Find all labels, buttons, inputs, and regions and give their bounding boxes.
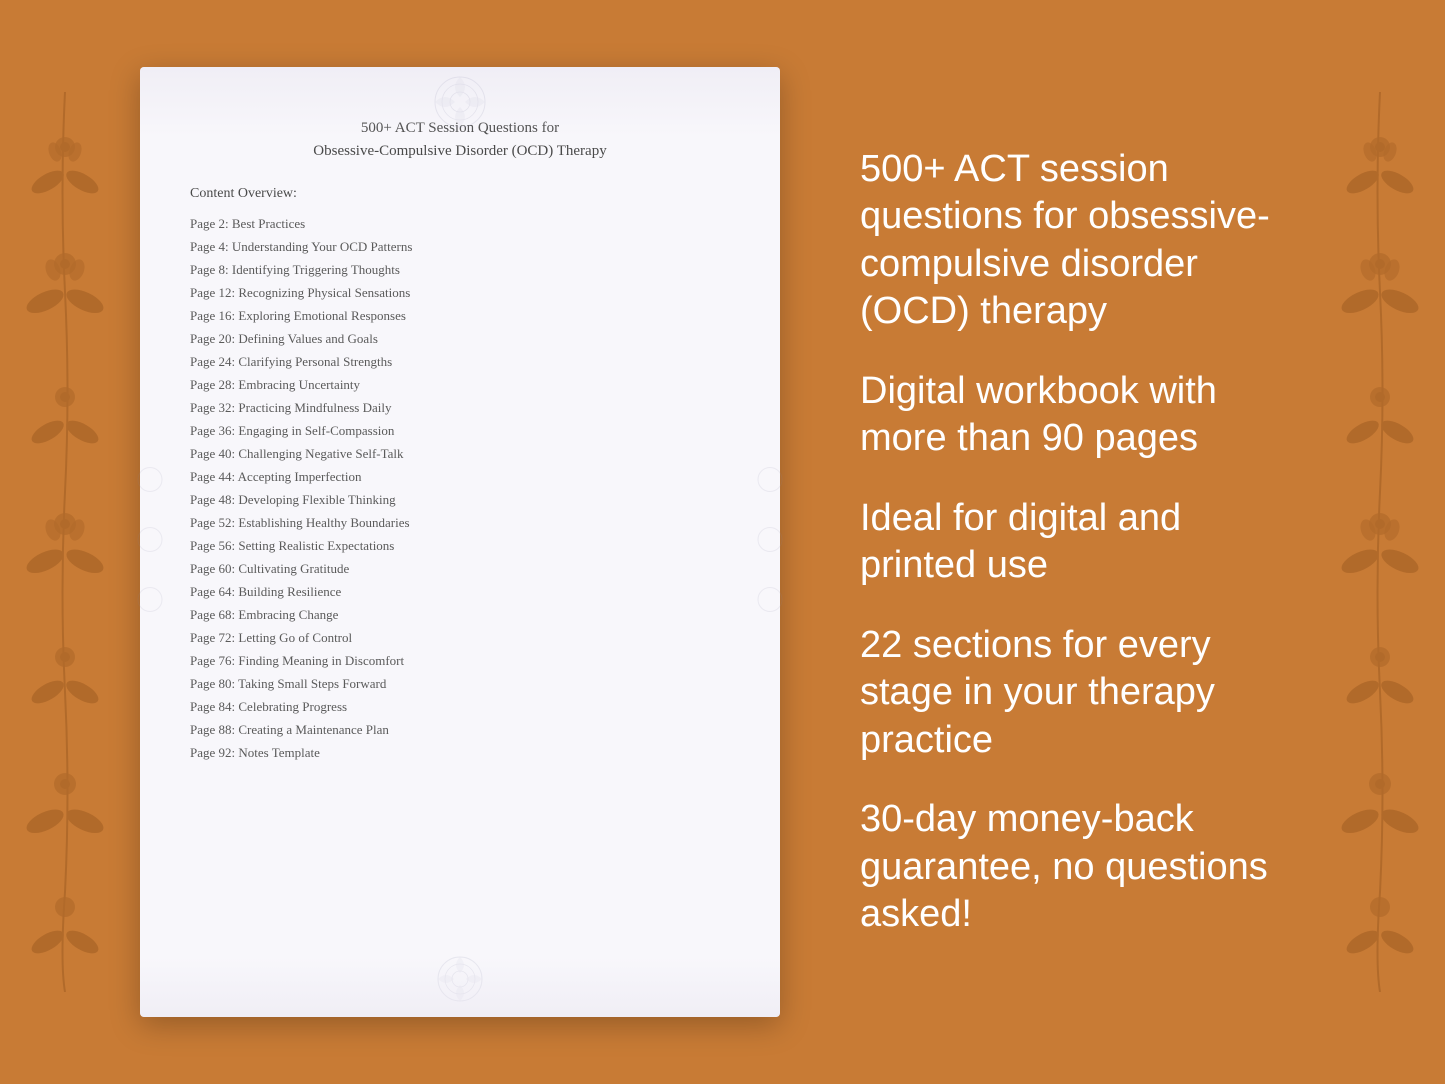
toc-entry: Page 40: Challenging Negative Self-Talk xyxy=(190,442,730,465)
info-text-3: Ideal for digital and printed use xyxy=(860,495,1305,590)
toc-entry: Page 12: Recognizing Physical Sensations xyxy=(190,281,730,304)
info-text-2: Digital workbook with more than 90 pages xyxy=(860,368,1305,463)
info-block-5: 30-day money-back guarantee, no question… xyxy=(860,796,1305,939)
info-block-1: 500+ ACT session questions for obsessive… xyxy=(860,146,1305,336)
floral-decoration-right xyxy=(1315,0,1445,1084)
toc-entry: Page 72: Letting Go of Control xyxy=(190,626,730,649)
info-block-4: 22 sections for every stage in your ther… xyxy=(860,622,1305,765)
info-text-4: 22 sections for every stage in your ther… xyxy=(860,622,1305,765)
toc-entry: Page 60: Cultivating Gratitude xyxy=(190,557,730,580)
document-panel: 500+ ACT Session Questions for Obsessive… xyxy=(140,67,780,1017)
toc-entry: Page 20: Defining Values and Goals xyxy=(190,327,730,350)
toc-entry: Page 16: Exploring Emotional Responses xyxy=(190,304,730,327)
main-content: 500+ ACT Session Questions for Obsessive… xyxy=(0,0,1445,1084)
info-text-1: 500+ ACT session questions for obsessive… xyxy=(860,146,1305,336)
toc-entry: Page 8: Identifying Triggering Thoughts xyxy=(190,258,730,281)
toc-list: Page 2: Best PracticesPage 4: Understand… xyxy=(190,212,730,764)
toc-entry: Page 84: Celebrating Progress xyxy=(190,695,730,718)
document-title: 500+ ACT Session Questions for Obsessive… xyxy=(190,117,730,162)
toc-entry: Page 64: Building Resilience xyxy=(190,580,730,603)
toc-entry: Page 28: Embracing Uncertainty xyxy=(190,373,730,396)
toc-entry: Page 4: Understanding Your OCD Patterns xyxy=(190,235,730,258)
toc-entry: Page 88: Creating a Maintenance Plan xyxy=(190,718,730,741)
toc-entry: Page 32: Practicing Mindfulness Daily xyxy=(190,396,730,419)
floral-decoration-left xyxy=(0,0,130,1084)
toc-entry: Page 44: Accepting Imperfection xyxy=(190,465,730,488)
toc-entry: Page 80: Taking Small Steps Forward xyxy=(190,672,730,695)
info-text-5: 30-day money-back guarantee, no question… xyxy=(860,796,1305,939)
toc-entry: Page 76: Finding Meaning in Discomfort xyxy=(190,649,730,672)
content-overview-label: Content Overview: xyxy=(190,186,730,202)
toc-entry: Page 92: Notes Template xyxy=(190,741,730,764)
toc-entry: Page 68: Embracing Change xyxy=(190,603,730,626)
info-panel: 500+ ACT session questions for obsessive… xyxy=(840,146,1305,939)
toc-entry: Page 48: Developing Flexible Thinking xyxy=(190,488,730,511)
info-block-2: Digital workbook with more than 90 pages xyxy=(860,368,1305,463)
info-block-3: Ideal for digital and printed use xyxy=(860,495,1305,590)
toc-entry: Page 36: Engaging in Self-Compassion xyxy=(190,419,730,442)
toc-entry: Page 24: Clarifying Personal Strengths xyxy=(190,350,730,373)
toc-entry: Page 52: Establishing Healthy Boundaries xyxy=(190,511,730,534)
toc-entry: Page 56: Setting Realistic Expectations xyxy=(190,534,730,557)
toc-entry: Page 2: Best Practices xyxy=(190,212,730,235)
